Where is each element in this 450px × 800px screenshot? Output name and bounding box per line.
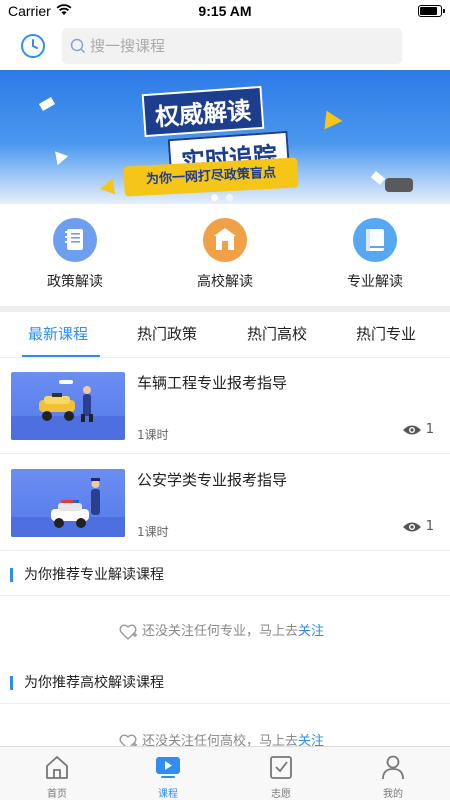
checkbox-icon xyxy=(267,753,295,781)
recommend-major-empty: 还没关注任何专业，马上去关注 xyxy=(0,596,450,662)
tab-hot-policy[interactable]: 热门政策 xyxy=(137,323,197,344)
policy-doc-icon xyxy=(53,218,97,262)
triangle-deco xyxy=(100,175,120,195)
top-nav xyxy=(0,22,450,70)
tabbar-volunteer[interactable]: 志愿 xyxy=(241,753,321,800)
bottom-tabbar: 首页 课程 志愿 我的 xyxy=(0,746,450,800)
tab-hot-college[interactable]: 热门高校 xyxy=(247,323,307,344)
category-label: 专业解读 xyxy=(347,274,403,290)
tabbar-label: 志愿 xyxy=(271,789,291,800)
home-icon xyxy=(43,753,71,781)
category-label: 政策解读 xyxy=(47,274,103,290)
triangle-deco xyxy=(317,106,343,130)
paper-deco xyxy=(370,171,386,185)
promo-banner[interactable]: 权威解读 实时追踪 为你一网打尽政策盲点 xyxy=(0,70,450,204)
recommend-major-header: 为你推荐专业解读课程 xyxy=(0,554,450,596)
user-icon xyxy=(379,753,407,781)
category-policy[interactable]: 政策解读 xyxy=(25,218,125,298)
course-title: 公安学类专业报考指导 xyxy=(137,471,288,489)
section-title: 为你推荐高校解读课程 xyxy=(24,675,164,691)
course-item[interactable]: 公安学类专业报考指导 1课时 1 xyxy=(0,455,450,551)
empty-text: 还没关注任何专业，马上去 xyxy=(142,624,299,639)
course-thumbnail xyxy=(11,469,125,537)
clock-time: 9:15 AM xyxy=(198,3,252,19)
tabbar-label: 我的 xyxy=(383,789,403,800)
empty-state: 还没关注任何专业，马上去关注 xyxy=(118,620,324,641)
category-row: 政策解读 高校解读 专业解读 xyxy=(0,204,450,306)
eye-icon xyxy=(402,425,421,434)
tabbar-label: 首页 xyxy=(47,789,67,800)
category-major[interactable]: 专业解读 xyxy=(325,218,425,298)
course-lessons: 1课时 xyxy=(137,525,169,539)
recommend-college-header: 为你推荐高校解读课程 xyxy=(0,662,450,704)
course-tabs: 最新课程 热门政策 热门高校 热门专业 xyxy=(0,312,450,358)
section-accent-bar xyxy=(10,568,13,582)
book-icon xyxy=(353,218,397,262)
course-item[interactable]: 车辆工程专业报考指导 1课时 1 xyxy=(0,358,450,454)
glasses-deco xyxy=(385,178,413,192)
search-input[interactable] xyxy=(90,28,390,64)
tabbar-mine[interactable]: 我的 xyxy=(353,753,433,800)
status-bar: Carrier 9:15 AM xyxy=(0,0,450,22)
triangle-deco xyxy=(49,146,69,166)
view-count: 1 xyxy=(425,422,434,437)
course-title: 车辆工程专业报考指导 xyxy=(137,374,288,392)
course-views: 1 xyxy=(402,519,434,534)
carousel-dots xyxy=(207,186,237,204)
tabbar-home[interactable]: 首页 xyxy=(17,753,97,800)
heart-plus-icon xyxy=(119,624,137,640)
tab-latest-courses[interactable]: 最新课程 xyxy=(28,323,88,344)
course-lessons: 1课时 xyxy=(137,428,169,442)
tab-hot-major[interactable]: 热门专业 xyxy=(356,323,416,344)
carousel-dot[interactable] xyxy=(226,194,233,201)
play-video-icon xyxy=(154,753,182,781)
college-building-icon xyxy=(203,218,247,262)
active-tab-indicator xyxy=(22,355,100,357)
section-title: 为你推荐专业解读课程 xyxy=(24,567,164,583)
search-box[interactable] xyxy=(62,28,402,64)
course-thumbnail xyxy=(11,372,125,440)
category-label: 高校解读 xyxy=(197,274,253,290)
follow-link[interactable]: 关注 xyxy=(298,624,324,639)
course-views: 1 xyxy=(402,422,434,437)
carousel-dot[interactable] xyxy=(211,194,218,201)
paper-deco xyxy=(38,97,56,111)
section-accent-bar xyxy=(10,676,13,690)
tabbar-courses[interactable]: 课程 xyxy=(128,753,208,800)
search-icon xyxy=(70,38,86,54)
category-college[interactable]: 高校解读 xyxy=(175,218,275,298)
view-count: 1 xyxy=(425,519,434,534)
eye-icon xyxy=(402,522,421,531)
banner-headline-1: 权威解读 xyxy=(141,85,265,138)
history-clock-icon[interactable] xyxy=(20,33,46,59)
battery-icon xyxy=(418,5,445,17)
tabbar-label: 课程 xyxy=(158,789,178,800)
